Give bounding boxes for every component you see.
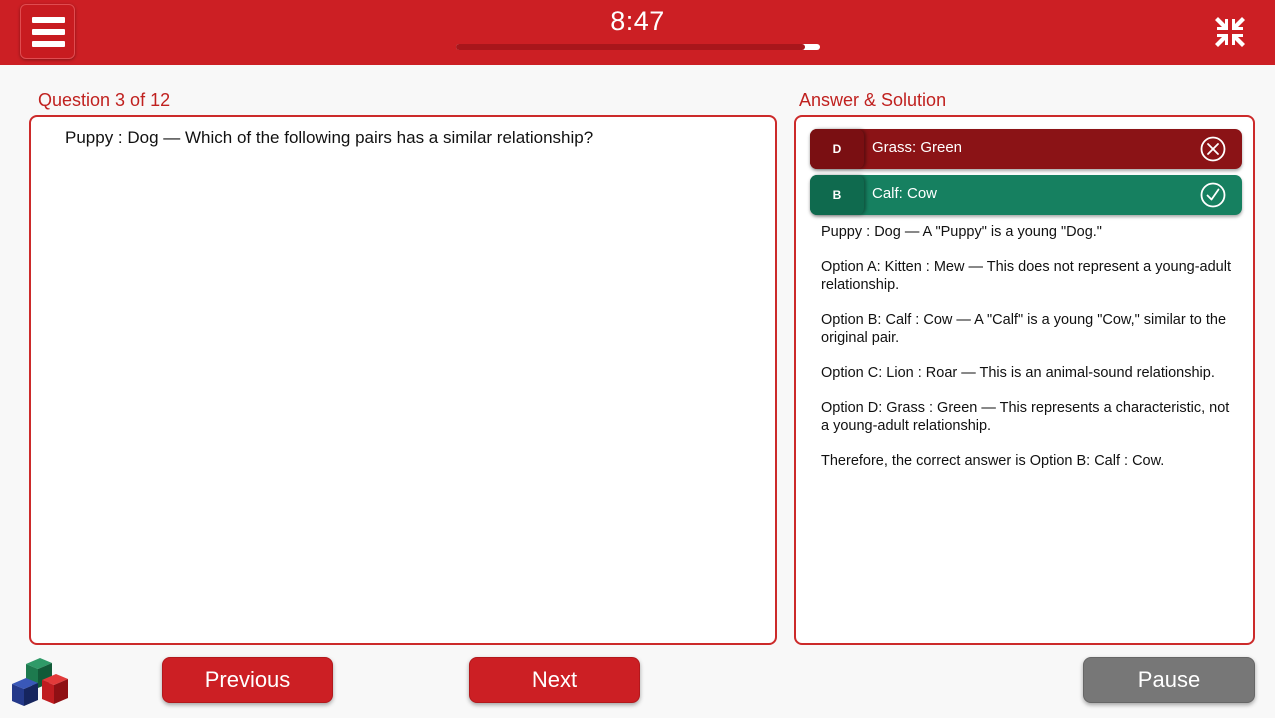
hamburger-menu-icon-bar — [32, 41, 65, 47]
option-letter: D — [810, 129, 864, 169]
question-panel: Puppy : Dog — Which of the following pai… — [29, 115, 777, 645]
solution-paragraph: Option B: Calf : Cow — A "Calf" is a you… — [821, 312, 1227, 346]
answer-solution-title: Answer & Solution — [799, 90, 947, 110]
option-letter: B — [810, 175, 864, 215]
answer-panel: D Grass: Green B Calf: Cow Puppy : Dog —… — [794, 115, 1255, 645]
selected-option-wrong: D Grass: Green — [810, 129, 1242, 169]
solution-paragraph: Puppy : Dog — A "Puppy" is a young "Dog.… — [821, 224, 1102, 240]
pause-button[interactable]: Pause — [1083, 657, 1255, 703]
close-circle-icon — [1200, 136, 1226, 162]
correct-option: B Calf: Cow — [810, 175, 1242, 215]
solution-paragraph: Option C: Lion : Roar — This is an anima… — [821, 365, 1215, 381]
timer-progress-bar — [456, 44, 820, 50]
next-button[interactable]: Next — [469, 657, 640, 703]
solution-paragraph: Therefore, the correct answer is Option … — [821, 453, 1165, 469]
solution-paragraph: Option D: Grass : Green — This represent… — [821, 400, 1230, 434]
previous-button[interactable]: Previous — [162, 657, 333, 703]
check-circle-icon — [1200, 182, 1226, 208]
timer: 8:47 — [610, 6, 665, 36]
option-text: Grass: Green — [872, 139, 963, 156]
solution-text: Puppy : Dog — A "Puppy" is a young "Dog.… — [821, 223, 1241, 487]
option-text: Calf: Cow — [872, 185, 938, 202]
collapse-arrows-icon[interactable] — [1213, 15, 1247, 49]
question-text: Puppy : Dog — Which of the following pai… — [65, 128, 594, 147]
question-counter: Question 3 of 12 — [38, 90, 171, 110]
top-bar: 8:47 — [0, 0, 1275, 65]
cubes-logo-icon — [12, 658, 68, 706]
solution-paragraph: Option A: Kitten : Mew — This does not r… — [821, 259, 1231, 293]
timer-progress-fill — [456, 44, 806, 50]
